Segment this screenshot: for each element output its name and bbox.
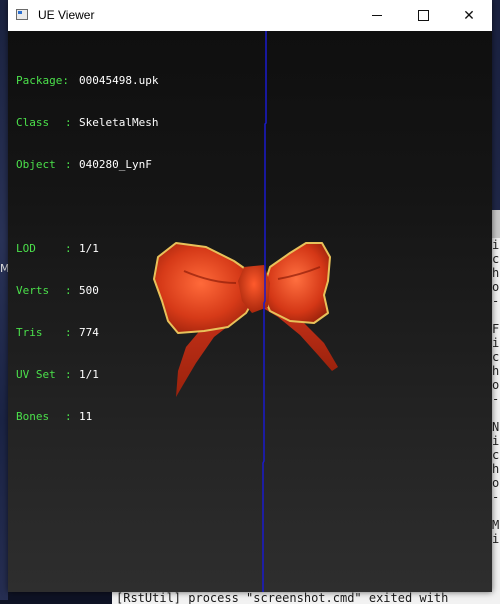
info-row-object: Object:040280_LynF — [16, 158, 152, 171]
app-icon — [16, 9, 28, 20]
mesh-info-overlay: Package: 00045498.upk Class: SkeletalMesh … — [16, 46, 158, 452]
title-bar[interactable]: UE Viewer ✕ — [8, 0, 492, 31]
maximize-icon — [417, 10, 429, 21]
close-button[interactable]: ✕ — [446, 0, 492, 31]
minimize-icon — [372, 15, 382, 16]
bow-loop-right — [261, 242, 331, 324]
tris-label: Tris — [16, 326, 43, 339]
verts-label: Verts — [16, 284, 50, 297]
3d-viewport[interactable]: Package: 00045498.upk Class: SkeletalMesh … — [8, 31, 492, 592]
console-status-line: [RstUtil] process "screenshot.cmd" exite… — [112, 592, 500, 604]
minimize-button[interactable] — [354, 0, 400, 31]
bones-value: 11 — [79, 410, 93, 423]
verts-value: 500 — [79, 284, 99, 297]
info-row-uvset: UV Set:1/1 — [16, 368, 99, 381]
info-row-lod: LOD:1/1 — [16, 242, 99, 255]
axis-line — [262, 31, 267, 592]
object-value: 040280_LynF — [79, 158, 152, 171]
close-icon: ✕ — [463, 7, 475, 24]
object-label: Object — [16, 158, 56, 171]
tris-value: 774 — [79, 326, 99, 339]
desktop-background-left — [0, 0, 8, 600]
info-row-tris: Tris:774 — [16, 326, 99, 339]
info-row-class: Class: SkeletalMesh — [16, 116, 159, 129]
bones-label: Bones — [16, 410, 50, 423]
info-row-package: Package: 00045498.upk — [16, 74, 158, 88]
info-row-bones: Bones:11 — [16, 410, 93, 423]
package-value: 00045498.upk — [79, 74, 159, 87]
ue-viewer-window[interactable]: UE Viewer ✕ Package: 00045498.upk Class … — [8, 0, 492, 592]
class-value: SkeletalMesh — [79, 116, 159, 129]
maximize-button[interactable] — [400, 0, 446, 31]
info-row-verts: Verts:500 — [16, 284, 99, 297]
window-title: UE Viewer — [38, 8, 95, 22]
uvset-label: UV Set — [16, 368, 56, 381]
package-label: Package: — [16, 74, 69, 87]
class-label: Class — [16, 116, 50, 129]
lod-label: LOD — [16, 242, 36, 255]
lod-value: 1/1 — [79, 242, 99, 255]
uvset-value: 1/1 — [79, 368, 99, 381]
